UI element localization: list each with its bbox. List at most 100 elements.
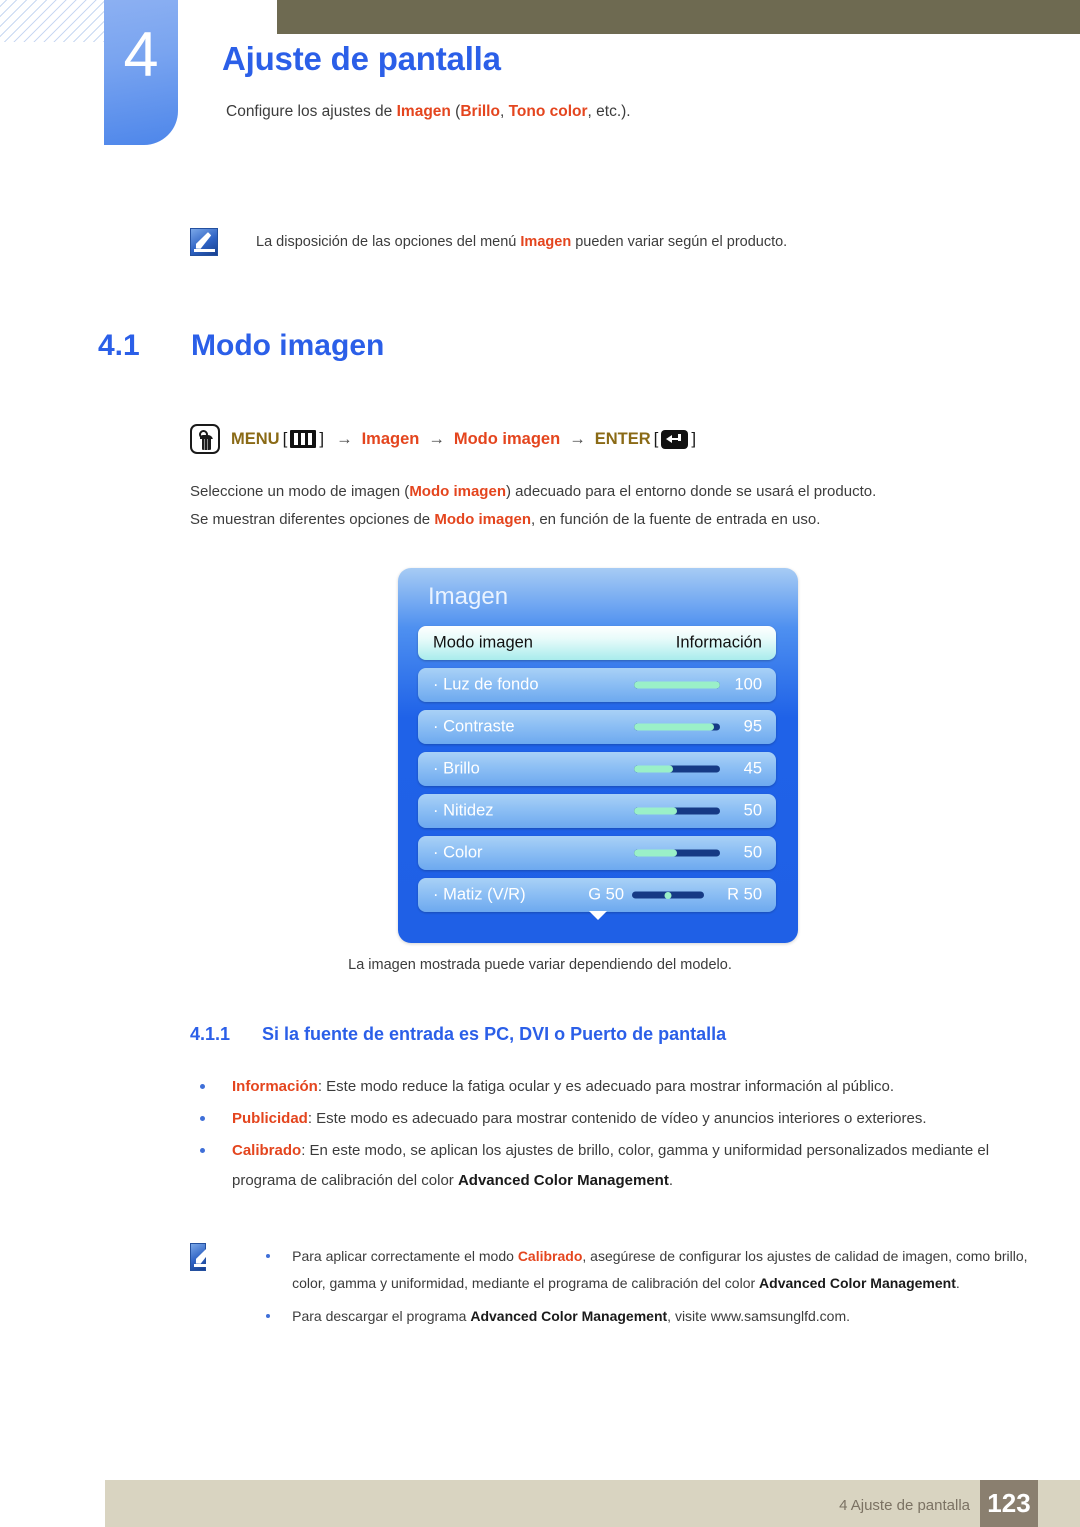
osd-row-luz-de-fondo[interactable]: · Luz de fondo 100 bbox=[418, 668, 776, 702]
intro-line-2: Se muestran diferentes opciones de Modo … bbox=[190, 506, 1020, 534]
header-bar bbox=[277, 0, 1080, 34]
osd-row-matiz[interactable]: · Matiz (V/R) G 50 R 50 bbox=[418, 878, 776, 912]
osd-row-color[interactable]: · Color 50 bbox=[418, 836, 776, 870]
chapter-subtitle-pre: Configure los ajustes de bbox=[226, 103, 397, 120]
keyword-tono-color: Tono color bbox=[508, 103, 588, 120]
osd-row-label: · Color bbox=[433, 843, 483, 862]
osd-slider[interactable] bbox=[634, 723, 720, 731]
note-item-bold: Advanced Color Management bbox=[759, 1275, 956, 1291]
chapter-tab: 4 bbox=[104, 0, 178, 145]
menu-path: MENU [ ] → Imagen → Modo imagen → ENTER … bbox=[190, 424, 699, 454]
osd-slider[interactable] bbox=[634, 849, 720, 857]
note-item-a: Para descargar el programa bbox=[292, 1308, 471, 1324]
page-title: Ajuste de pantalla bbox=[222, 40, 501, 77]
keyword-brillo: Brillo bbox=[460, 103, 500, 120]
osd-row-modo-imagen[interactable]: Modo imagen Información bbox=[418, 626, 776, 660]
menu-path-item-imagen: Imagen bbox=[361, 429, 420, 448]
keyword-imagen: Imagen bbox=[520, 234, 572, 250]
note-top-text: La disposición de las opciones del menú … bbox=[256, 228, 787, 253]
osd-row-nitidez[interactable]: · Nitidez 50 bbox=[418, 794, 776, 828]
enter-key-icon bbox=[661, 429, 689, 449]
chapter-subtitle-mid1: ( bbox=[450, 103, 461, 120]
menu-path-menu-label: MENU bbox=[231, 429, 280, 448]
osd-slider[interactable] bbox=[634, 765, 720, 773]
footer-chapter-label: 4 Ajuste de pantalla bbox=[839, 1497, 970, 1514]
osd-row-value: 50 bbox=[743, 843, 762, 862]
osd-slider[interactable] bbox=[634, 807, 720, 815]
note-bottom-body: Para aplicar correctamente el modo Calib… bbox=[244, 1243, 1035, 1336]
osd-row-label: · Luz de fondo bbox=[433, 675, 539, 694]
bullet-term: Calibrado bbox=[232, 1142, 302, 1159]
bracket-close: ] bbox=[319, 429, 325, 448]
note-pen-icon bbox=[190, 228, 218, 256]
osd-row-brillo[interactable]: · Brillo 45 bbox=[418, 752, 776, 786]
bracket-open: [ bbox=[653, 429, 659, 448]
menu-path-item-modo-imagen: Modo imagen bbox=[453, 429, 561, 448]
chapter-subtitle-post: , etc.). bbox=[587, 103, 631, 120]
osd-row-value: 45 bbox=[743, 759, 762, 778]
osd-row-label: Modo imagen bbox=[433, 633, 533, 652]
note-top-post: pueden variar según el producto. bbox=[571, 234, 788, 250]
bullet-dot-icon bbox=[266, 1314, 271, 1318]
list-item: Para aplicar correctamente el modo Calib… bbox=[244, 1243, 1035, 1297]
section-title: Modo imagen bbox=[191, 329, 385, 362]
osd-row-value: R 50 bbox=[727, 885, 762, 904]
osd-menu-panel: Imagen Modo imagen Información · Luz de … bbox=[398, 568, 798, 943]
osd-balance-slider[interactable] bbox=[632, 891, 704, 899]
bullet-text: : Este modo reduce la fatiga ocular y es… bbox=[317, 1078, 894, 1095]
menu-bars-icon bbox=[290, 430, 317, 448]
bullet-bold-term: Advanced Color Management bbox=[457, 1172, 669, 1189]
osd-row-value: 100 bbox=[734, 675, 762, 694]
subsection-title: Si la fuente de entrada es PC, DVI o Pue… bbox=[262, 1024, 727, 1044]
osd-row-left-value: G 50 bbox=[588, 885, 624, 904]
menu-path-enter-label: ENTER bbox=[594, 429, 651, 448]
path-arrow: → bbox=[428, 429, 445, 448]
intro-paragraph: Seleccione un modo de imagen (Modo image… bbox=[190, 478, 1020, 534]
note-block-top: La disposición de las opciones del menú … bbox=[190, 228, 890, 256]
section-number: 4.1 bbox=[98, 329, 140, 362]
osd-title: Imagen bbox=[428, 583, 509, 610]
osd-row-label: · Contraste bbox=[433, 717, 515, 736]
osd-slider[interactable] bbox=[634, 681, 720, 689]
bullet-term: Información bbox=[232, 1078, 318, 1095]
osd-row-label: · Nitidez bbox=[433, 801, 494, 820]
intro-line-1: Seleccione un modo de imagen (Modo image… bbox=[190, 478, 1020, 506]
bracket-open: [ bbox=[282, 429, 288, 448]
list-item: Publicidad: Este modo es adecuado para m… bbox=[190, 1104, 1035, 1134]
subsection-heading: 4.1.1 Si la fuente de entrada es PC, DVI … bbox=[190, 1024, 726, 1045]
decorative-hatch-pattern bbox=[0, 0, 104, 42]
hand-press-icon bbox=[190, 424, 220, 454]
footer-bar: 4 Ajuste de pantalla 123 bbox=[105, 1480, 1080, 1527]
intro-line1-a: Seleccione un modo de imagen ( bbox=[190, 483, 410, 500]
keyword-modo-imagen: Modo imagen bbox=[434, 511, 531, 528]
note-top-pre: La disposición de las opciones del menú bbox=[256, 234, 521, 250]
note-item-c: . bbox=[955, 1275, 960, 1291]
note-item-bold: Advanced Color Management bbox=[470, 1308, 668, 1324]
chapter-subtitle: Configure los ajustes de Imagen (Brillo,… bbox=[226, 103, 631, 121]
bracket-close: ] bbox=[691, 429, 697, 448]
bullet-dot-icon bbox=[266, 1254, 271, 1258]
chevron-down-icon[interactable] bbox=[589, 911, 607, 920]
note-pen-icon bbox=[190, 1243, 215, 1271]
intro-line2-a: Se muestran diferentes opciones de bbox=[190, 511, 435, 528]
bullet-dot-icon bbox=[200, 1148, 205, 1153]
page-number: 123 bbox=[980, 1480, 1038, 1527]
list-item: Calibrado: En este modo, se aplican los … bbox=[190, 1136, 1035, 1196]
intro-line1-b: ) adecuado para el entorno donde se usar… bbox=[505, 483, 877, 500]
note-block-bottom: Para aplicar correctamente el modo Calib… bbox=[190, 1243, 1035, 1336]
keyword-modo-imagen: Modo imagen bbox=[409, 483, 506, 500]
bullet-term: Publicidad bbox=[232, 1110, 308, 1127]
bullet-list: Información: Este modo reduce la fatiga … bbox=[190, 1072, 1035, 1198]
bullet-dot-icon bbox=[200, 1084, 205, 1089]
osd-row-value: Información bbox=[675, 633, 762, 652]
bullet-dot-icon bbox=[200, 1116, 205, 1121]
bullet-text: : Este modo es adecuado para mostrar con… bbox=[307, 1110, 927, 1127]
list-item: Para descargar el programa Advanced Colo… bbox=[244, 1303, 1035, 1330]
subsection-number: 4.1.1 bbox=[190, 1024, 231, 1044]
osd-row-label: · Brillo bbox=[433, 759, 480, 778]
osd-row-value: 50 bbox=[743, 801, 762, 820]
note-item-b: , visite www.samsunglfd.com. bbox=[667, 1308, 851, 1324]
keyword-calibrado: Calibrado bbox=[517, 1248, 583, 1264]
osd-row-contraste[interactable]: · Contraste 95 bbox=[418, 710, 776, 744]
chapter-number: 4 bbox=[123, 20, 159, 90]
